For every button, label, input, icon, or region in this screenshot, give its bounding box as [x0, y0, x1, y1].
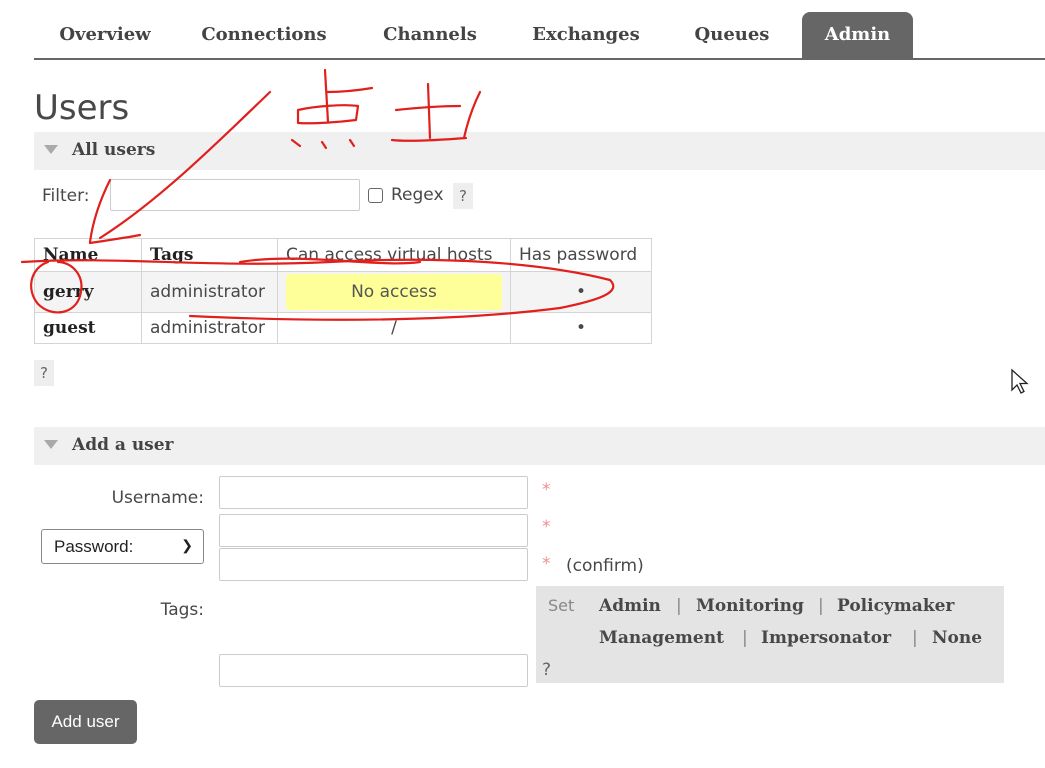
chevron-down-icon: ❯	[181, 537, 193, 553]
collapse-triangle-icon	[44, 440, 58, 449]
column-header-vhosts: Can access virtual hosts	[277, 238, 511, 272]
tab-connections[interactable]: Connections	[194, 12, 334, 58]
users-table: Name Tags Can access virtual hosts Has p…	[34, 238, 652, 344]
page-title: Users	[34, 88, 130, 128]
required-marker: *	[542, 517, 551, 537]
regex-checkbox[interactable]	[368, 188, 383, 203]
separator: |	[912, 628, 918, 648]
add-user-button[interactable]: Add user	[34, 700, 137, 744]
tag-admin-link[interactable]: Admin	[599, 596, 661, 616]
column-header-tags[interactable]: Tags	[141, 238, 278, 272]
add-user-section-toggle[interactable]: Add a user	[34, 427, 1045, 465]
confirm-label: (confirm)	[566, 556, 644, 576]
password-type-value: Password:	[54, 537, 134, 556]
table-help-button[interactable]: ?	[34, 360, 54, 386]
user-tags: administrator	[141, 271, 278, 313]
password-confirm-field[interactable]	[219, 548, 528, 581]
tag-shortcuts-panel: Set Admin | Monitoring | Policymaker Man…	[536, 586, 1004, 683]
username-field[interactable]	[219, 476, 528, 509]
tags-label: Tags:	[160, 600, 204, 620]
tag-monitoring-link[interactable]: Monitoring	[696, 596, 804, 616]
column-header-has-password: Has password	[510, 238, 652, 272]
username-label: Username:	[111, 488, 204, 508]
user-name-link[interactable]: guest	[34, 312, 142, 344]
filter-help-button[interactable]: ?	[453, 183, 473, 209]
filter-input[interactable]	[110, 179, 360, 211]
separator: |	[818, 596, 824, 616]
tab-admin[interactable]: Admin	[802, 12, 913, 58]
vhost-cell: /	[277, 312, 511, 344]
table-row: guest administrator / •	[34, 312, 652, 344]
set-label: Set	[548, 596, 575, 615]
has-password-indicator: •	[510, 312, 652, 344]
tag-policymaker-link[interactable]: Policymaker	[837, 596, 954, 616]
all-users-header: All users	[72, 140, 156, 160]
password-field[interactable]	[219, 514, 528, 547]
all-users-section-toggle[interactable]: All users	[34, 132, 1045, 170]
filter-label: Filter:	[42, 186, 90, 206]
separator: |	[742, 628, 748, 648]
tag-impersonator-link[interactable]: Impersonator	[761, 628, 891, 648]
password-type-select[interactable]: Password: ❯	[41, 529, 204, 564]
tab-overview[interactable]: Overview	[34, 12, 176, 58]
tab-exchanges[interactable]: Exchanges	[522, 12, 650, 58]
user-tags: administrator	[141, 312, 278, 344]
table-row: gerry administrator No access •	[34, 271, 652, 313]
separator: |	[676, 596, 682, 616]
tags-field[interactable]	[219, 654, 528, 687]
has-password-indicator: •	[510, 271, 652, 313]
tab-channels[interactable]: Channels	[370, 12, 490, 58]
column-header-name[interactable]: Name	[34, 238, 142, 272]
required-marker: *	[542, 554, 551, 574]
table-header-row: Name Tags Can access virtual hosts Has p…	[34, 238, 652, 272]
tags-help-button[interactable]: ?	[542, 660, 551, 680]
no-access-badge: No access	[286, 274, 502, 310]
user-name-link[interactable]: gerry	[34, 271, 142, 313]
vhost-cell: No access	[277, 271, 511, 313]
tag-none-link[interactable]: None	[932, 628, 982, 648]
add-user-header: Add a user	[72, 435, 174, 455]
mouse-pointer-icon	[1011, 368, 1029, 394]
main-nav: Overview Connections Channels Exchanges …	[34, 12, 1045, 60]
tab-queues[interactable]: Queues	[682, 12, 782, 58]
collapse-triangle-icon	[44, 145, 58, 154]
required-marker: *	[542, 480, 551, 500]
regex-label: Regex	[391, 185, 444, 205]
tag-management-link[interactable]: Management	[599, 628, 724, 648]
